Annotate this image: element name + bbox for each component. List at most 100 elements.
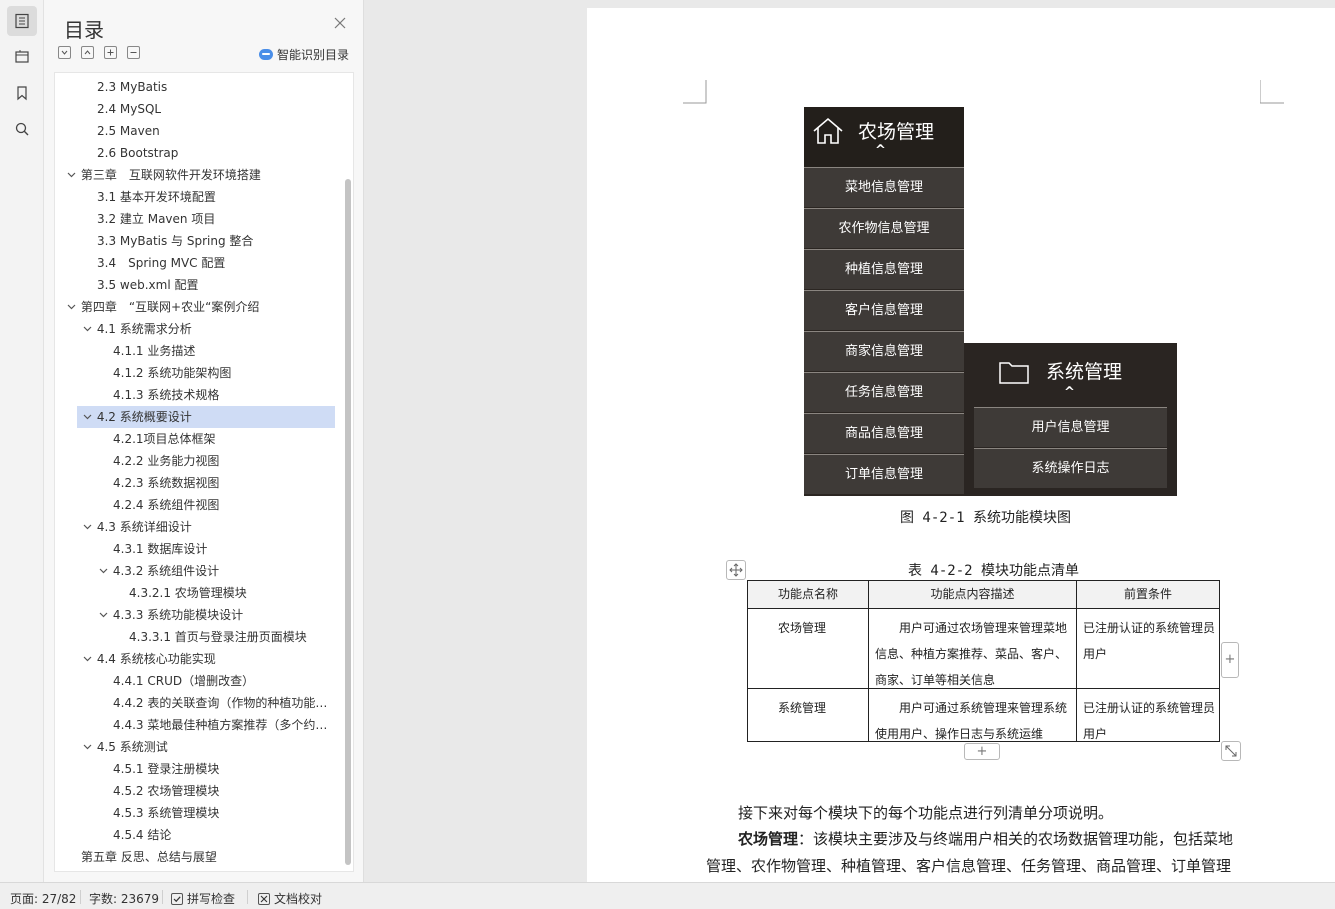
chevron-down-icon[interactable] <box>81 738 93 758</box>
body-paragraph: 管理、农作物管理、种植管理、客户信息管理、任务管理、商品管理、订单管理 <box>706 857 1232 875</box>
smart-toc-icon <box>258 49 273 60</box>
remove-level-icon[interactable] <box>127 46 140 59</box>
toc-item[interactable]: 4.5.4 结论 <box>55 824 335 846</box>
toc-item[interactable]: 4.5.2 农场管理模块 <box>55 780 335 802</box>
toc-item-label: 4.5.4 结论 <box>113 828 172 842</box>
farm-menu-item: 任务信息管理 <box>804 372 964 412</box>
toc-item[interactable]: 2.5 Maven <box>55 120 335 142</box>
search-icon[interactable] <box>7 114 37 144</box>
table-cell-name: 系统管理 <box>778 701 827 715</box>
table-row: 系统管理 <box>748 689 869 741</box>
document-proofread-button[interactable]: 文档校对 <box>258 890 322 907</box>
toc-item-label: 4.5.3 系统管理模块 <box>113 806 220 820</box>
toc-item[interactable]: 4.5.1 登录注册模块 <box>55 758 335 780</box>
toc-item[interactable]: 第五章 反思、总结与展望 <box>55 846 335 868</box>
move-icon <box>729 563 743 577</box>
farm-menu-item: 客户信息管理 <box>804 290 964 330</box>
toc-item[interactable]: 4.4 系统核心功能实现 <box>55 648 335 670</box>
chevron-down-icon[interactable] <box>81 408 93 428</box>
table-move-handle[interactable] <box>726 560 746 580</box>
toc-item[interactable]: 4.1.1 业务描述 <box>55 340 335 362</box>
toc-item-label: 第五章 反思、总结与展望 <box>81 850 217 864</box>
table-row: 农场管理 <box>748 609 869 689</box>
toc-item-label: 4.2.2 业务能力视图 <box>113 454 220 468</box>
expand-all-icon[interactable] <box>58 46 71 59</box>
toc-item[interactable]: 3.5 web.xml 配置 <box>55 274 335 296</box>
add-level-icon[interactable] <box>104 46 117 59</box>
toc-item[interactable]: 4.2.1项目总体框架 <box>55 428 335 450</box>
toc-item[interactable]: 4.2.3 系统数据视图 <box>55 472 335 494</box>
word-count[interactable]: 字数: 23679 <box>89 890 159 907</box>
proofread-icon <box>258 893 270 905</box>
home-icon <box>813 117 843 144</box>
toc-item[interactable]: 第三章 互联网软件开发环境搭建 <box>55 164 335 186</box>
toc-scrollbar[interactable] <box>345 179 351 865</box>
toc-item-label: 4.3.2.1 农场管理模块 <box>129 586 247 600</box>
toc-item[interactable]: 4.4.3 菜地最佳种植方案推荐（多个约束条件） <box>55 714 335 736</box>
toc-title: 目录 <box>64 18 104 42</box>
chevron-down-icon[interactable] <box>65 298 77 318</box>
toc-item-label: 4.2.4 系统组件视图 <box>113 498 220 512</box>
toc-item[interactable]: 2.6 Bootstrap <box>55 142 335 164</box>
toc-item[interactable]: 2.3 MyBatis <box>55 76 335 98</box>
smart-toc-button[interactable]: 智能识别目录 <box>258 46 349 63</box>
table-row: 已注册认证的系统管理员用户 <box>1077 689 1219 741</box>
toc-toolbar <box>58 46 140 59</box>
toc-item-label: 第三章 互联网软件开发环境搭建 <box>80 168 261 182</box>
toc-item-label: 4.3.3.1 首页与登录注册页面模块 <box>129 630 307 644</box>
toc-item[interactable]: 3.2 建立 Maven 项目 <box>55 208 335 230</box>
toc-panel-icon[interactable] <box>7 6 37 36</box>
chevron-down-icon[interactable] <box>81 650 93 670</box>
toc-item[interactable]: 4.4.1 CRUD（增删改查） <box>55 670 335 692</box>
toc-item[interactable]: 4.3 系统详细设计 <box>55 516 335 538</box>
toc-item[interactable]: 4.3.3 系统功能模块设计 <box>55 604 335 626</box>
page-count[interactable]: 页面: 27/82 <box>10 890 76 907</box>
toc-item[interactable]: 3.1 基本开发环境配置 <box>55 186 335 208</box>
toc-item[interactable]: 第四章 “互联网+农业“案例介绍 <box>55 296 335 318</box>
toc-item[interactable]: 4.2 系统概要设计 <box>77 406 335 428</box>
toc-item[interactable]: 4.3.1 数据库设计 <box>55 538 335 560</box>
toc-item[interactable]: 4.1.2 系统功能架构图 <box>55 362 335 384</box>
table-header-precondition: 前置条件 <box>1077 581 1219 609</box>
toc-item[interactable]: 4.1 系统需求分析 <box>55 318 335 340</box>
chevron-down-icon[interactable] <box>81 518 93 538</box>
toc-item[interactable]: 4.5.3 系统管理模块 <box>55 802 335 824</box>
toc-panel: 目录 智能识别目录 2.3 MyBatis 2.4 MySQL 2.5 Maven 2… <box>44 0 364 882</box>
toc-item-label: 2.4 MySQL <box>97 102 162 116</box>
navigation-pane-icon[interactable] <box>7 42 37 72</box>
divider <box>80 890 81 904</box>
close-icon[interactable] <box>333 16 347 30</box>
table-resize-handle[interactable] <box>1221 741 1241 761</box>
toc-item[interactable]: 4.3.2.1 农场管理模块 <box>55 582 335 604</box>
toc-item[interactable]: 3.3 MyBatis 与 Spring 整合 <box>55 230 335 252</box>
chevron-down-icon[interactable] <box>97 606 109 626</box>
toc-item-label: 4.4 系统核心功能实现 <box>96 652 216 666</box>
add-column-button[interactable]: + <box>1221 642 1239 678</box>
chevron-down-icon[interactable] <box>65 166 77 186</box>
status-bar: 页面: 27/82 字数: 23679 拼写检查 文档校对 <box>0 882 1335 909</box>
toc-item[interactable]: 4.4.2 表的关联查询（作物的种植功能的实现） <box>55 692 335 714</box>
table-row: 已注册认证的系统管理员用户 <box>1077 609 1219 689</box>
toc-item[interactable]: 4.3.3.1 首页与登录注册页面模块 <box>55 626 335 648</box>
toc-item-label: 4.3.2 系统组件设计 <box>112 564 220 578</box>
toc-item[interactable]: 4.2.2 业务能力视图 <box>55 450 335 472</box>
toc-item[interactable]: 4.2.4 系统组件视图 <box>55 494 335 516</box>
body-text: ：该模块主要涉及与终端用户相关的农场数据管理功能，包括菜地 <box>798 830 1234 848</box>
table-cell-precondition: 已注册认证的系统管理员用户 <box>1083 621 1216 661</box>
chevron-down-icon[interactable] <box>97 562 109 582</box>
collapse-all-icon[interactable] <box>81 46 94 59</box>
spell-check-button[interactable]: 拼写检查 <box>171 890 235 907</box>
toc-item[interactable]: 4.5 系统测试 <box>55 736 335 758</box>
toc-item-label: 4.5.2 农场管理模块 <box>113 784 220 798</box>
toc-item[interactable]: 4.1.3 系统技术规格 <box>55 384 335 406</box>
toc-item-label: 4.3.1 数据库设计 <box>113 542 208 556</box>
table-row: 用户可通过农场管理来管理菜地信息、种植方案推荐、菜品、客户、商家、订单等相关信息 <box>869 609 1077 689</box>
chevron-down-icon[interactable] <box>81 320 93 340</box>
toc-item[interactable]: 2.4 MySQL <box>55 98 335 120</box>
toc-item-label: 4.1.1 业务描述 <box>113 344 196 358</box>
add-row-button[interactable]: + <box>964 743 1000 760</box>
bookmark-icon[interactable] <box>7 78 37 108</box>
farm-menu-item: 菜地信息管理 <box>804 167 964 207</box>
toc-item[interactable]: 4.3.2 系统组件设计 <box>55 560 335 582</box>
toc-item[interactable]: 3.4 Spring MVC 配置 <box>55 252 335 274</box>
